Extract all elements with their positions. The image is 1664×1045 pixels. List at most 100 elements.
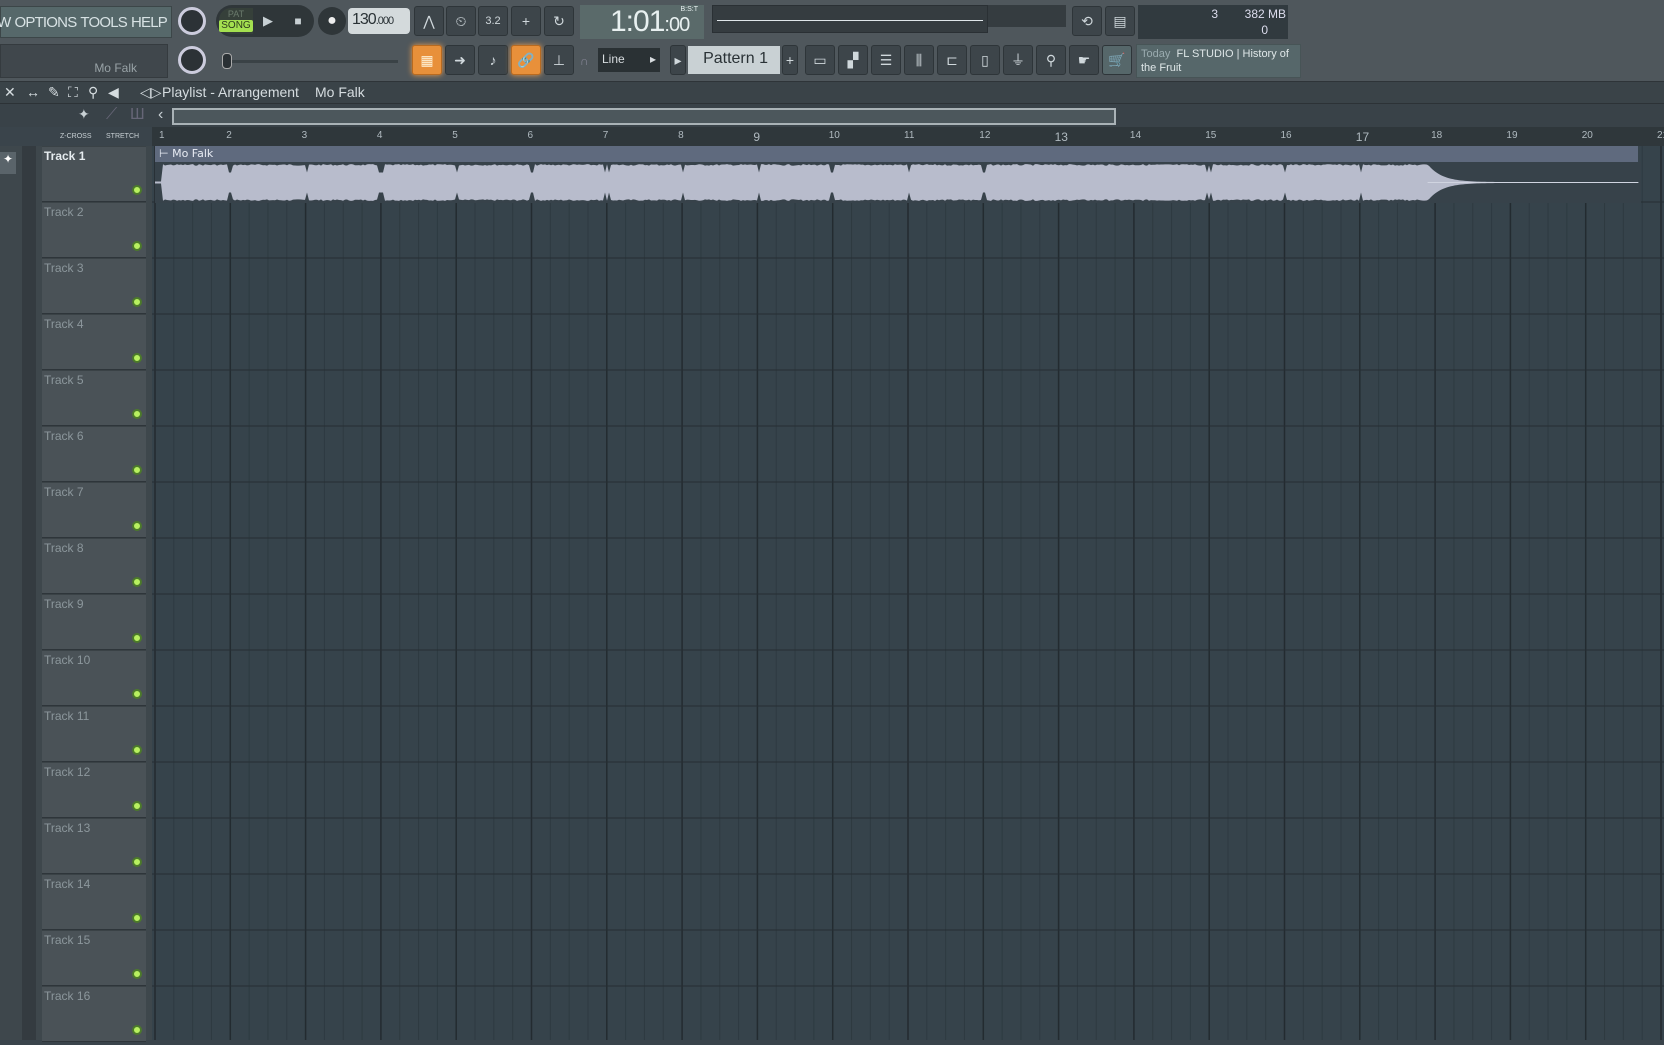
menu-tools[interactable]: TOOLS [80,14,127,31]
zcross-label[interactable]: Z-CROSS [60,133,92,140]
master-slider[interactable] [222,53,398,69]
main-menu: NS VIEW OPTIONS TOOLS HELP [0,6,172,38]
audio-clip-icon[interactable]: ✦ [78,106,90,123]
touch-icon[interactable]: ☛ [1069,45,1099,75]
step-edit-icon[interactable]: + [511,6,541,36]
timeline-ruler[interactable]: 123456789101112131415161718192021 [152,127,1664,146]
multilink-icon[interactable]: ⊥ [544,45,574,75]
track-mute-led[interactable] [132,241,142,251]
playback-icon[interactable]: ◀ [108,84,119,101]
save-icon[interactable]: ▤ [1105,6,1135,36]
clip-name: Mo Falk [172,147,214,160]
audio-clip[interactable]: ⊢ Mo Falk [155,146,1641,203]
pat-song-toggle[interactable]: PAT SONG [219,8,253,34]
track-header[interactable]: Track 1 [42,146,146,202]
song-position-display[interactable]: 1:01:00 B:S:T [580,5,704,39]
track-mute-led[interactable] [132,577,142,587]
link-icon[interactable]: 🔗 [511,45,541,75]
track-mute-led[interactable] [132,913,142,923]
breadcrumb-clip[interactable]: Mo Falk [315,84,365,100]
blend-notes-icon[interactable]: ♪ [478,45,508,75]
track-mute-led[interactable] [132,689,142,699]
arrow-icon[interactable]: ➜ [445,45,475,75]
track-mute-led[interactable] [132,1025,142,1035]
play-button[interactable]: ▶ [253,13,283,29]
track-scrollbar[interactable] [22,146,36,1040]
track-header[interactable]: Track 6 [42,426,146,482]
typing-keyboard-icon[interactable]: ▦ [412,45,442,75]
wait-for-input-icon[interactable]: ⏲ [446,6,476,36]
snap-select[interactable]: Line ▸ [598,48,660,72]
pattern-clip-icon[interactable]: Ш [130,106,145,124]
track-name: Track 4 [44,317,84,331]
track-mute-led[interactable] [132,297,142,307]
track-header[interactable]: Track 16 [42,986,146,1042]
tempo-display[interactable]: 130.000 [348,8,410,34]
slice-icon[interactable]: ✎ [48,84,60,101]
track-header[interactable]: Track 7 [42,482,146,538]
automation-icon[interactable]: ⟋ [106,106,117,124]
channel-rack-icon[interactable]: ☰ [871,45,901,75]
undo-icon[interactable]: ⟲ [1072,6,1102,36]
track-header[interactable]: Track 5 [42,370,146,426]
add-pattern-icon[interactable]: + [782,45,798,75]
track-header[interactable]: Track 12 [42,762,146,818]
master-volume-knob[interactable] [178,7,206,35]
pattern-prev-icon[interactable]: ▸ [670,45,686,75]
tempo-tapper-icon[interactable]: ⚲ [1036,45,1066,75]
track-header[interactable]: Track 4 [42,314,146,370]
track-mute-led[interactable] [132,801,142,811]
track-mute-led[interactable] [132,465,142,475]
master-pitch-knob[interactable] [178,46,206,74]
horizontal-scrollbar[interactable] [172,108,1116,125]
select-icon[interactable]: ⛶ [68,84,78,101]
cart-icon[interactable]: 🛒 [1102,45,1132,75]
piano-roll-icon[interactable]: ▞ [838,45,868,75]
track-header[interactable]: Track 2 [42,202,146,258]
track-mute-led[interactable] [132,633,142,643]
track-mute-led[interactable] [132,521,142,531]
track-header[interactable]: Track 3 [42,258,146,314]
project-icon[interactable]: ▯ [970,45,1000,75]
mixer-icon[interactable]: ⫼ [904,45,934,75]
track-header[interactable]: Track 11 [42,706,146,762]
metronome-icon[interactable]: ⋀ [414,6,444,36]
menu-view[interactable]: VIEW [0,14,11,31]
zoom-icon[interactable]: ⚲ [88,84,98,101]
playlist-icon[interactable]: ▭ [805,45,835,75]
track-mute-led[interactable] [132,745,142,755]
menu-options[interactable]: OPTIONS [15,14,78,31]
browser-icon[interactable]: ⊏ [937,45,967,75]
track-name: Track 12 [44,765,91,779]
track-header[interactable]: Track 10 [42,650,146,706]
track-mute-led[interactable] [132,185,142,195]
track-header[interactable]: Track 15 [42,930,146,986]
playlist-grid[interactable] [152,146,1664,1043]
waveform-icon[interactable]: ✦ [0,152,16,174]
loop-record-icon[interactable]: ↻ [544,6,574,36]
track-name: Track 15 [44,933,91,947]
pattern-selector[interactable]: Pattern 1 [688,46,780,74]
track-header[interactable]: Track 14 [42,874,146,930]
stop-button[interactable]: ■ [283,14,313,28]
track-mute-led[interactable] [132,969,142,979]
track-mute-led[interactable] [132,353,142,363]
track-name: Track 8 [44,541,84,555]
track-mute-led[interactable] [132,409,142,419]
mute-icon[interactable]: ✕ [4,84,16,101]
track-header[interactable]: Track 8 [42,538,146,594]
scroll-left-icon[interactable]: ‹ [158,106,163,124]
track-header[interactable]: Track 13 [42,818,146,874]
stretch-label[interactable]: STRETCH [106,133,139,140]
news-panel[interactable]: Today FL STUDIO | History of the Fruit [1136,44,1301,78]
track-mute-led[interactable] [132,857,142,867]
slip-icon[interactable]: ↔ [26,84,40,100]
countdown-icon[interactable]: 3.2 [478,6,508,36]
breadcrumb-playlist[interactable]: Playlist - Arrangement [162,84,299,100]
clip-header: ⊢ Mo Falk [155,146,1639,162]
ruler-bar-label: 20 [1581,130,1593,141]
menu-help[interactable]: HELP [131,14,168,31]
plugin-icon[interactable]: ⏚ [1003,45,1033,75]
track-header[interactable]: Track 9 [42,594,146,650]
record-button[interactable]: ● [318,7,346,35]
